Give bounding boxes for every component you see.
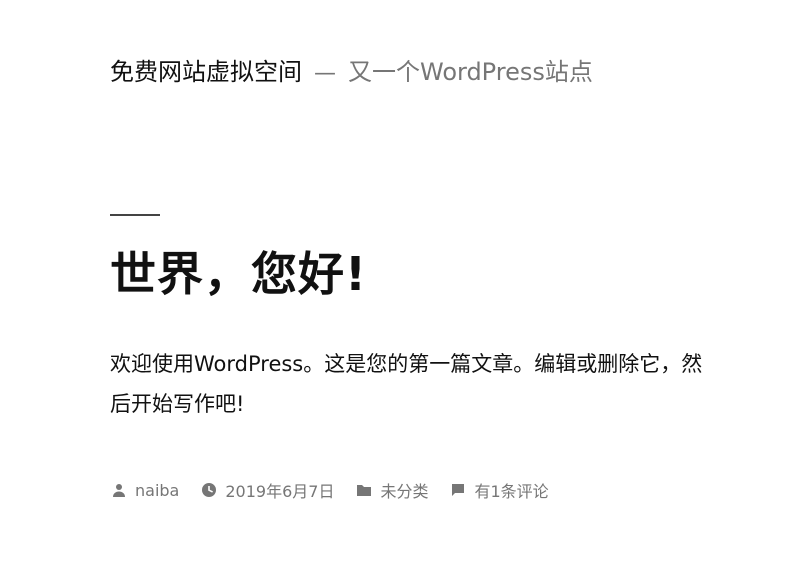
comment-icon	[450, 482, 466, 498]
date-link[interactable]: 2019年6月7日	[201, 478, 334, 502]
person-icon	[111, 482, 127, 498]
post-content: 欢迎使用WordPress。这是您的第一篇文章。编辑或删除它，然后开始写作吧!	[110, 352, 703, 416]
category-link[interactable]: 未分类	[356, 478, 428, 502]
author-link[interactable]: naiba	[111, 481, 179, 500]
comments-link[interactable]: 有1条评论	[450, 478, 549, 502]
post-title: 世界，您好!	[110, 247, 367, 301]
post-date: 2019年6月7日	[225, 482, 335, 501]
title-separator: —	[314, 61, 336, 86]
site-header: 免费网站虚拟空间 — 又一个WordPress站点	[110, 52, 593, 87]
folder-icon	[356, 482, 372, 498]
author-name: naiba	[135, 480, 180, 500]
post-meta: naiba 2019年6月7日 未分类 有1条评论	[111, 478, 571, 502]
comment-count: 有1条评论	[474, 482, 549, 501]
post-category: 未分类	[380, 482, 429, 501]
site-description: 又一个WordPress站点	[348, 58, 593, 86]
entry-divider	[110, 214, 160, 216]
site-title-link[interactable]: 免费网站虚拟空间	[110, 52, 302, 87]
clock-icon	[201, 482, 217, 498]
